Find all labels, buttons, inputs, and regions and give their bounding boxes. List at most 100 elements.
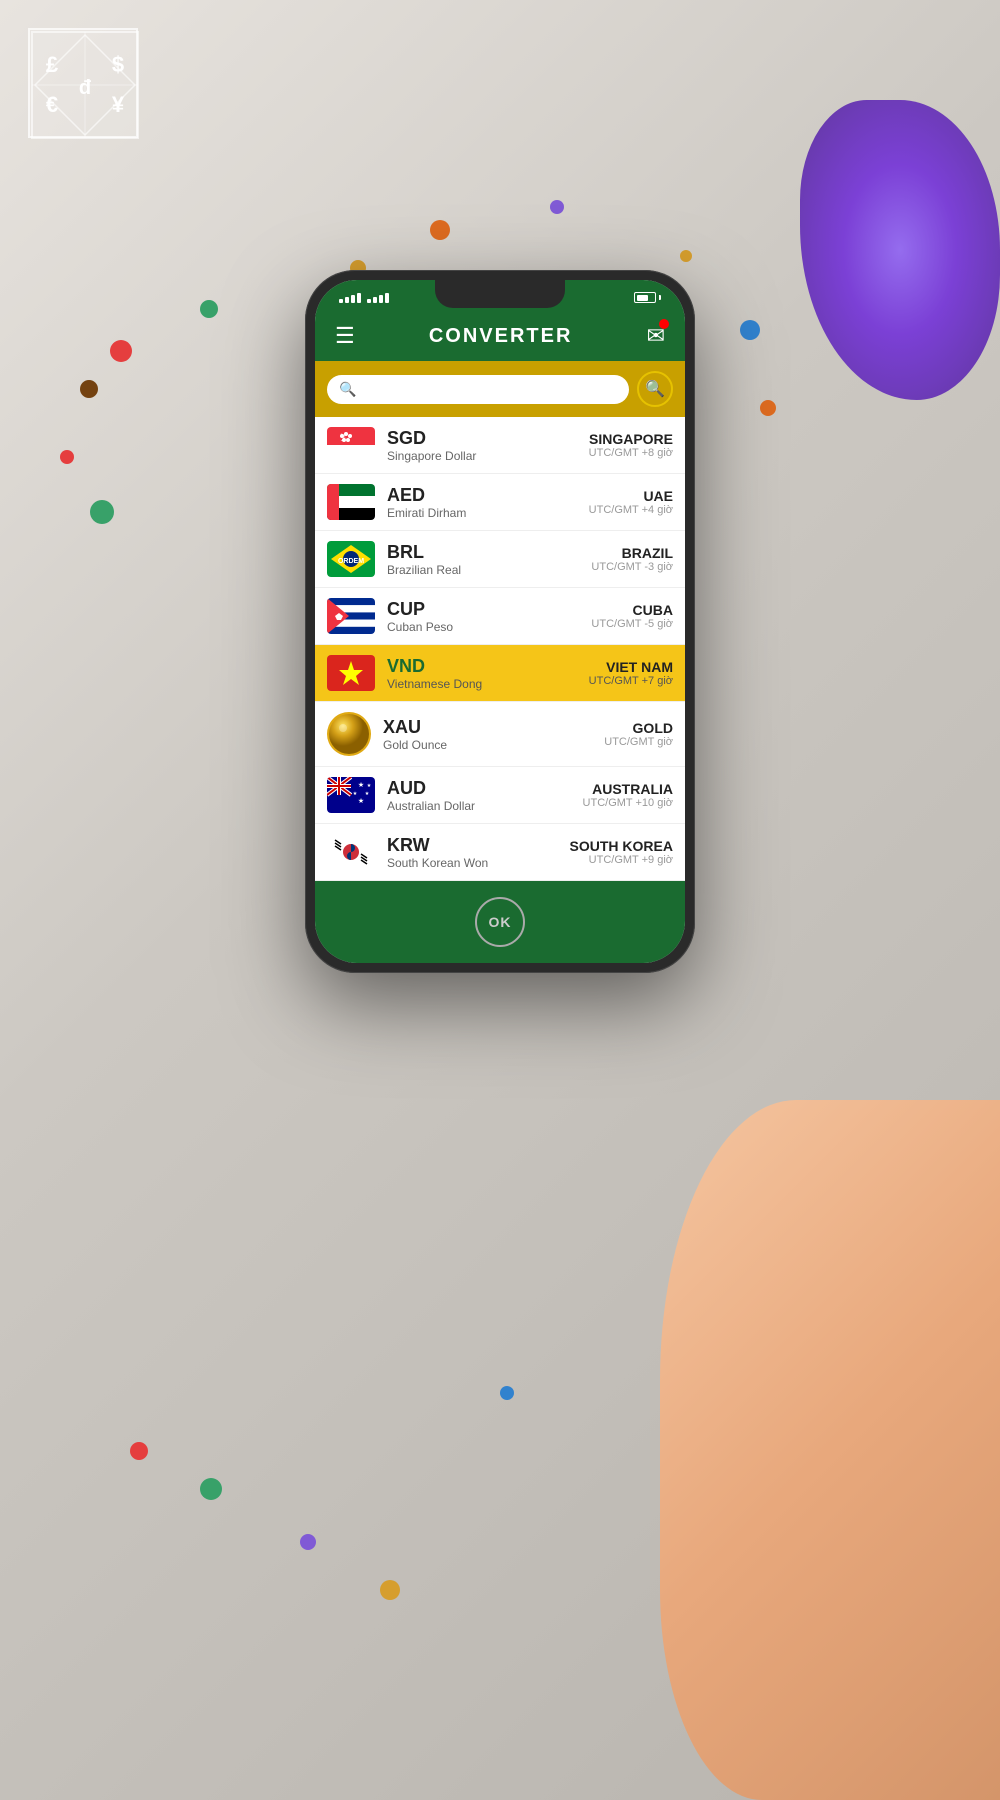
phone-notch (435, 280, 565, 308)
svg-text:£: £ (46, 52, 59, 77)
flag-brl: ORDEM (327, 541, 375, 577)
country-info-vnd: VIET NAM UTC/GMT +7 giờ (589, 659, 673, 687)
mail-notification-badge (659, 319, 669, 329)
candy-decoration (760, 400, 776, 416)
currency-code-krw: KRW (387, 835, 558, 856)
search-button[interactable]: 🔍 (637, 371, 673, 407)
svg-text:★: ★ (353, 791, 358, 797)
candy-decoration (200, 1478, 222, 1500)
country-name-krw: SOUTH KOREA (570, 838, 673, 854)
phone-outer: 13:03 ☰ CONVERTER ✉ (305, 270, 695, 973)
battery-fill (637, 295, 649, 301)
search-input[interactable] (364, 381, 617, 397)
flag-xau (327, 712, 371, 756)
svg-text:★: ★ (358, 781, 364, 789)
currency-code-aed: AED (387, 485, 577, 506)
currency-info-brl: BRL Brazilian Real (387, 542, 579, 577)
svg-text:★: ★ (367, 783, 372, 789)
flag-vnd (327, 655, 375, 691)
country-info-brl: BRAZIL UTC/GMT -3 giờ (591, 545, 673, 573)
search-icon: 🔍 (339, 381, 356, 398)
app-logo: £ $ € ¥ đ (28, 28, 138, 138)
currency-item-brl[interactable]: ORDEM BRL Brazilian Real BRAZIL UTC/GMT … (315, 531, 685, 588)
candy-decoration (90, 500, 114, 524)
search-input-wrap: 🔍 (327, 375, 629, 404)
battery-body (634, 292, 656, 303)
country-tz-aud: UTC/GMT +10 giờ (583, 797, 673, 809)
candy-decoration (110, 340, 132, 362)
flag-cup (327, 598, 375, 634)
country-tz-vnd: UTC/GMT +7 giờ (589, 675, 673, 687)
svg-text:đ: đ (79, 77, 92, 99)
country-tz-krw: UTC/GMT +9 giờ (570, 854, 673, 866)
signal-bar-seg (351, 295, 355, 303)
currency-code-xau: XAU (383, 717, 592, 738)
currency-item-vnd[interactable]: VND Vietnamese Dong VIET NAM UTC/GMT +7 … (315, 645, 685, 702)
currency-name-aud: Australian Dollar (387, 799, 571, 813)
search-button-icon: 🔍 (645, 379, 665, 399)
currency-name-xau: Gold Ounce (383, 738, 592, 752)
app-title: CONVERTER (429, 325, 573, 348)
candy-decoration (80, 380, 98, 398)
currency-code-brl: BRL (387, 542, 579, 563)
search-bar: 🔍 🔍 (315, 361, 685, 417)
flag-sgd: ☽ (327, 427, 375, 463)
currency-item-aed[interactable]: AED Emirati Dirham UAE UTC/GMT +4 giờ (315, 474, 685, 531)
ok-button[interactable]: OK (475, 897, 525, 947)
signal-bar-seg (357, 293, 361, 303)
signal-bar-seg (339, 299, 343, 303)
candy-decoration (200, 300, 218, 318)
svg-text:★: ★ (358, 797, 364, 805)
currency-info-aed: AED Emirati Dirham (387, 485, 577, 520)
currency-item-xau[interactable]: XAU Gold Ounce GOLD UTC/GMT giờ (315, 702, 685, 767)
hand-background (660, 1100, 1000, 1800)
flag-aed (327, 484, 375, 520)
ok-area: OK (315, 881, 685, 963)
signal-bar-seg (385, 293, 389, 303)
currency-code-cup: CUP (387, 599, 579, 620)
candy-decoration (60, 450, 74, 464)
currency-code-sgd: SGD (387, 428, 577, 449)
currency-item-sgd[interactable]: ☽ SGD Singapore Dollar SINGAPORE (315, 417, 685, 474)
country-name-aed: UAE (589, 488, 673, 504)
country-info-aud: AUSTRALIA UTC/GMT +10 giờ (583, 781, 673, 809)
candy-decoration (300, 1534, 316, 1550)
currency-name-cup: Cuban Peso (387, 620, 579, 634)
candy-decoration (740, 320, 760, 340)
currency-info-sgd: SGD Singapore Dollar (387, 428, 577, 463)
currency-info-cup: CUP Cuban Peso (387, 599, 579, 634)
country-name-cup: CUBA (591, 602, 673, 618)
mail-icon-wrap[interactable]: ✉ (647, 323, 665, 349)
battery-icon (634, 292, 661, 303)
country-info-xau: GOLD UTC/GMT giờ (604, 720, 673, 748)
currency-code-aud: AUD (387, 778, 571, 799)
currency-name-krw: South Korean Won (387, 856, 558, 870)
candy-decoration (500, 1386, 514, 1400)
currency-info-xau: XAU Gold Ounce (383, 717, 592, 752)
signal-bar-seg (373, 297, 377, 303)
signal-bar-seg (379, 295, 383, 303)
signal-bar-2 (367, 293, 389, 303)
menu-icon[interactable]: ☰ (335, 323, 355, 349)
currency-item-krw[interactable]: KRW South Korean Won SOUTH KOREA UTC/GMT… (315, 824, 685, 881)
candy-decoration (380, 1580, 400, 1600)
battery-tip (659, 295, 661, 300)
flag-krw (327, 834, 375, 870)
candy-decoration (680, 250, 692, 262)
candy-decoration (550, 200, 564, 214)
currency-info-vnd: VND Vietnamese Dong (387, 656, 577, 691)
signal-bar-seg (367, 299, 371, 303)
currency-info-aud: AUD Australian Dollar (387, 778, 571, 813)
country-name-aud: AUSTRALIA (583, 781, 673, 797)
currency-name-aed: Emirati Dirham (387, 506, 577, 520)
currency-item-cup[interactable]: CUP Cuban Peso CUBA UTC/GMT -5 giờ (315, 588, 685, 645)
country-tz-cup: UTC/GMT -5 giờ (591, 618, 673, 630)
currency-list: ☽ SGD Singapore Dollar SINGAPORE (315, 417, 685, 881)
currency-info-krw: KRW South Korean Won (387, 835, 558, 870)
svg-text:★: ★ (365, 791, 370, 797)
currency-item-aud[interactable]: ★ ★ ★ ★ ★ AUD Australian Dollar AUSTRALI… (315, 767, 685, 824)
country-info-sgd: SINGAPORE UTC/GMT +8 giờ (589, 431, 673, 459)
svg-text:¥: ¥ (112, 92, 125, 117)
currency-code-vnd: VND (387, 656, 577, 677)
currency-name-sgd: Singapore Dollar (387, 449, 577, 463)
